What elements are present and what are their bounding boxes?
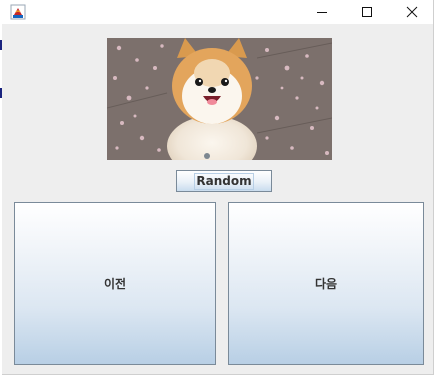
edge-marker (0, 40, 2, 50)
maximize-icon (362, 7, 372, 17)
edge-marker (0, 88, 2, 98)
random-button-label: Random (194, 172, 254, 190)
minimize-button[interactable] (299, 0, 345, 24)
title-bar (0, 0, 433, 24)
random-button[interactable]: Random (176, 170, 272, 192)
previous-button-label: 이전 (103, 277, 127, 291)
maximize-button[interactable] (344, 0, 390, 24)
next-button[interactable]: 다음 (228, 202, 424, 365)
close-icon (406, 6, 418, 18)
close-button[interactable] (389, 0, 434, 24)
window-left-edge (0, 0, 2, 375)
next-button-label: 다음 (314, 277, 338, 291)
dog-photo (107, 38, 332, 160)
java-app-icon (10, 4, 26, 20)
app-window: Random 이전 다음 (0, 0, 434, 375)
minimize-icon (317, 12, 327, 13)
previous-button[interactable]: 이전 (14, 202, 216, 365)
